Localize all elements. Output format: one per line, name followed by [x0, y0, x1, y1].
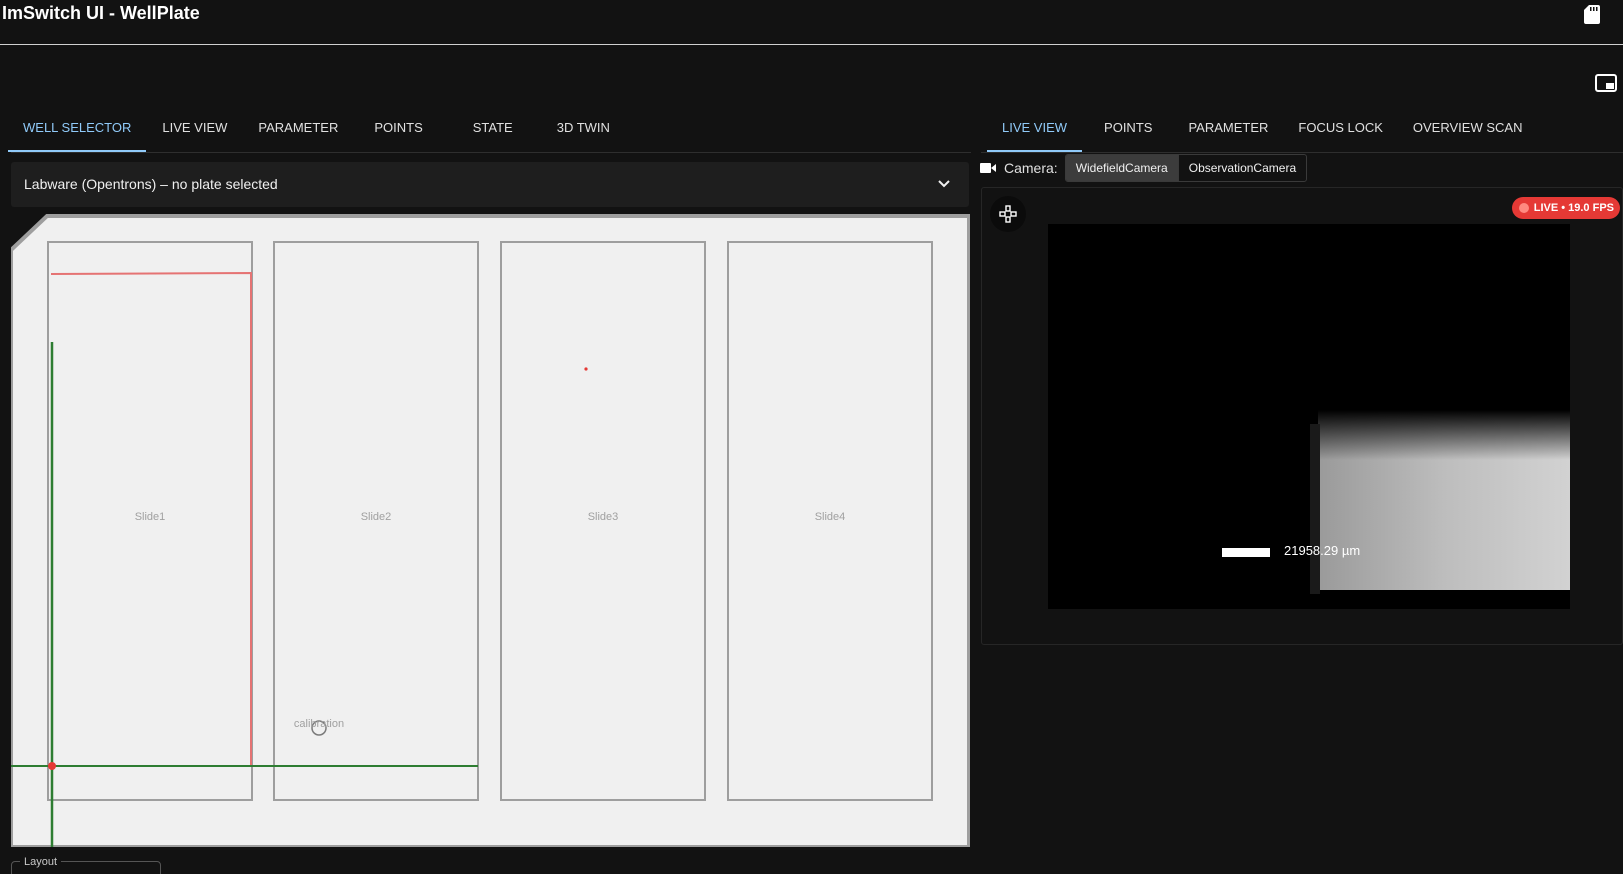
slide-1-label: Slide1 [135, 511, 166, 523]
live-view-panel: LIVE • 19.0 FPS [981, 187, 1623, 645]
slide-4-label: Slide4 [815, 511, 846, 523]
picture-in-picture-icon[interactable] [1595, 74, 1617, 92]
live-fps-text: LIVE • 19.0 FPS [1533, 202, 1614, 214]
right-tab-bar: LIVE VIEW POINTS PARAMETER FOCUS LOCK OV… [987, 110, 1537, 154]
tab-well-selector[interactable]: WELL SELECTOR [8, 110, 147, 152]
tab-parameter[interactable]: PARAMETER [242, 110, 356, 152]
observation-camera-button[interactable]: ObservationCamera [1179, 155, 1306, 181]
stage-position-marker [48, 762, 56, 770]
tab-overview-scan[interactable]: OVERVIEW SCAN [1398, 110, 1538, 152]
labware-label: Labware (Opentrons) – no plate selected [24, 176, 278, 192]
camera-label: Camera: [1004, 160, 1058, 176]
tab-3d-twin[interactable]: 3D TWIN [539, 110, 625, 152]
tab-focus-lock[interactable]: FOCUS LOCK [1283, 110, 1398, 152]
gamepad-icon [999, 205, 1017, 223]
tab-state[interactable]: STATE [453, 110, 539, 152]
camera-toggle-group: WidefieldCamera ObservationCamera [1064, 154, 1308, 182]
sd-card-icon[interactable] [1584, 5, 1600, 24]
slide-3-label: Slide3 [588, 511, 619, 523]
joystick-button[interactable] [990, 196, 1026, 232]
target-point [584, 367, 588, 371]
labware-accordion[interactable]: Labware (Opentrons) – no plate selected [11, 162, 969, 207]
tab-points-right[interactable]: POINTS [1082, 110, 1172, 152]
calibration-label: calibration [294, 718, 344, 730]
tab-points[interactable]: POINTS [356, 110, 452, 152]
live-indicator-dot [1518, 203, 1529, 213]
chevron-down-icon [938, 180, 950, 188]
plate-outline [11, 214, 970, 847]
camera-selector: Camera: WidefieldCamera ObservationCamer… [980, 153, 1308, 183]
scale-bar [1222, 548, 1270, 557]
app-title: ImSwitch UI - WellPlate [2, 3, 200, 23]
slide-2-label: Slide2 [361, 511, 392, 523]
live-status-badge: LIVE • 19.0 FPS [1511, 197, 1620, 219]
left-tab-bar: WELL SELECTOR LIVE VIEW PARAMETER POINTS… [8, 110, 625, 154]
left-tabs-divider [11, 152, 971, 153]
well-plate-canvas[interactable]: Slide1 Slide2 Slide3 Slide4 calibration [11, 214, 970, 847]
widefield-camera-button[interactable]: WidefieldCamera [1065, 155, 1179, 181]
app-bar: ImSwitch UI - WellPlate [0, 0, 1623, 45]
tab-live-view-right[interactable]: LIVE VIEW [987, 110, 1083, 152]
videocam-icon [980, 163, 996, 173]
tab-live-view[interactable]: LIVE VIEW [146, 110, 242, 152]
scale-bar-label: 21958.29 µm [1284, 543, 1361, 558]
layout-label: Layout [20, 856, 62, 868]
tab-parameter-right[interactable]: PARAMETER [1172, 110, 1283, 152]
